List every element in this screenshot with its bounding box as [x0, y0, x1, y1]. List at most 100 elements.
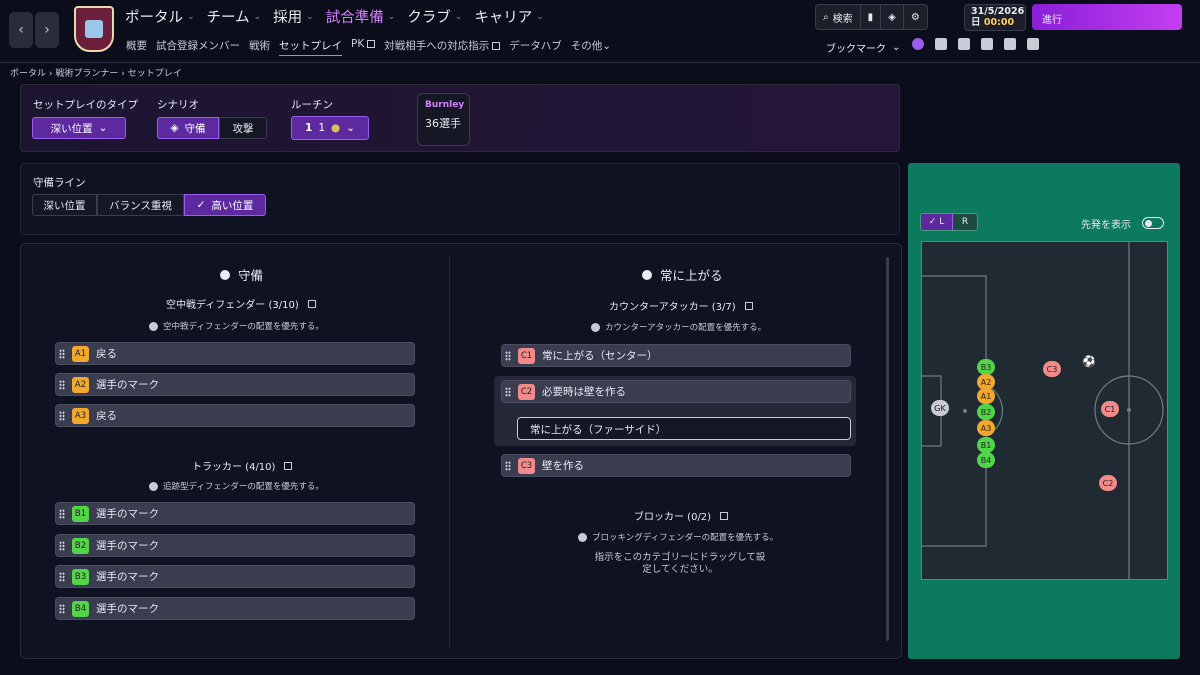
group-aerial-desc: 空中戦ディフェンダーの配置を優先する。 [149, 320, 324, 332]
subnav-tactics[interactable]: 戦術 [249, 38, 270, 56]
instruction-row[interactable]: B3 選手のマーク [55, 565, 415, 588]
info-icon [149, 321, 158, 331]
player-chip[interactable]: B4 [977, 452, 995, 468]
kit-icon[interactable] [958, 38, 970, 50]
nav-match-prep[interactable]: 試合準備 ⌄ [326, 6, 396, 27]
drag-handle-icon[interactable] [59, 508, 65, 519]
group-aerial-title[interactable]: 空中戦ディフェンダー (3/10) [166, 296, 316, 311]
player-badge: B2 [72, 537, 89, 554]
gear-icon[interactable]: ⚙ [904, 5, 927, 29]
search-button[interactable]: ⌕ 検索 [816, 5, 861, 29]
check-icon: ✓ [196, 199, 206, 211]
bookmark-dropdown[interactable]: ブックマーク ⌄ [826, 40, 900, 55]
attacker-chip[interactable]: C3 [1043, 361, 1061, 377]
drag-handle-icon[interactable] [59, 348, 65, 359]
instruction-row[interactable]: A1 戻る [55, 342, 415, 365]
side-left[interactable]: ✓ L [921, 214, 953, 230]
info-icon [220, 269, 230, 280]
scenario-defend[interactable]: ◈ 守備 [157, 117, 219, 139]
show-starters-toggle[interactable] [1142, 217, 1164, 229]
group-tracker-title[interactable]: トラッカー (4/10) [192, 458, 293, 473]
player-chip[interactable]: B2 [977, 404, 995, 420]
chevron-down-icon: ⌄ [98, 122, 108, 134]
date-box[interactable]: 31/5/2026 日 00:00 [964, 4, 1026, 31]
drag-handle-icon[interactable] [59, 540, 65, 551]
breadcrumb-planner[interactable]: 戦術プランナー [55, 69, 118, 79]
option-far-post-button[interactable]: 常に上がる（ファーサイド） [517, 417, 851, 440]
nav-team[interactable]: チーム ⌄ [207, 6, 262, 27]
defend-heading: 守備 [220, 265, 263, 284]
chevron-down-icon: ⌄ [187, 11, 195, 22]
refresh-icon[interactable] [1004, 38, 1016, 50]
club-crest[interactable] [74, 6, 114, 52]
defensive-line-label: 守備ライン [33, 177, 86, 189]
instruction-row[interactable]: B2 選手のマーク [55, 534, 415, 557]
breadcrumb: ポータル › 戦術プランナー › セットプレイ [0, 62, 1200, 80]
defline-high[interactable]: ✓ 高い位置 [184, 194, 266, 216]
shield-icon[interactable]: ◈ [881, 5, 904, 29]
check-icon: ✓ [928, 217, 937, 227]
trophy-icon[interactable] [1027, 38, 1039, 50]
player-chip[interactable]: B3 [977, 359, 995, 375]
scenario-attack[interactable]: 攻撃 [219, 117, 267, 139]
nav-portal[interactable]: ポータル ⌄ [125, 6, 195, 27]
formation-icon[interactable] [981, 38, 993, 50]
setpiece-type-select[interactable]: 深い位置 ⌄ [32, 117, 126, 139]
subnav-set-pieces[interactable]: セットプレイ [279, 38, 342, 56]
attacker-chip[interactable]: C2 [1099, 475, 1117, 491]
back-button[interactable]: ‹ [9, 12, 33, 48]
scenario-label: シナリオ [157, 99, 199, 111]
drag-handle-icon[interactable] [59, 603, 65, 614]
defline-deep[interactable]: 深い位置 [32, 194, 97, 216]
player-badge: A3 [72, 407, 89, 424]
team-card[interactable]: Burnley 36選手 [417, 93, 470, 146]
external-link-icon [367, 40, 376, 48]
nav-career[interactable]: キャリア ⌄ [474, 6, 544, 27]
subnav-data-hub[interactable]: データハブ [509, 38, 562, 56]
drag-handle-icon[interactable] [59, 410, 65, 421]
instruction-row[interactable]: A3 戻る [55, 404, 415, 427]
instruction-row[interactable]: C3 壁を作る [501, 454, 851, 477]
instruction-row-expanded[interactable]: C2 必要時は壁を作る [501, 380, 851, 403]
nav-club[interactable]: クラブ ⌄ [407, 6, 462, 27]
ball-icon[interactable]: ⚽ [1082, 355, 1096, 368]
drag-handle-icon[interactable] [505, 386, 511, 397]
instruction-row[interactable]: A2 選手のマーク [55, 373, 415, 396]
subnav-more[interactable]: その他⌄ [571, 38, 611, 56]
group-blocker-title[interactable]: ブロッカー (0/2) [634, 508, 729, 523]
drag-handle-icon[interactable] [505, 460, 511, 471]
group-counter-title[interactable]: カウンターアタッカー (3/7) [609, 298, 753, 313]
defline-balanced[interactable]: バランス重視 [97, 194, 184, 216]
subnav-pk[interactable]: PK [351, 38, 376, 56]
chevron-down-icon: ⌄ [387, 11, 396, 22]
routine-select[interactable]: 1 1 ● ⌄ [291, 116, 369, 140]
external-link-icon [284, 461, 293, 470]
goalkeeper-chip[interactable]: GK [931, 400, 949, 416]
drag-handle-icon[interactable] [59, 571, 65, 582]
pitch: GK B3 A2 A1 B2 A3 B1 B4 C3 C1 C2 ⚽ [921, 241, 1168, 580]
player-chip[interactable]: A1 [977, 388, 995, 404]
group-tracker-desc: 追跡型ディフェンダーの配置を優先する。 [149, 480, 324, 492]
subnav-squad[interactable]: 試合登録メンバー [156, 38, 240, 56]
proceed-button[interactable]: 進行 [1032, 4, 1182, 30]
nav-recruit[interactable]: 採用 ⌄ [273, 6, 314, 27]
instruction-row[interactable]: C1 常に上がる（センター） [501, 344, 851, 367]
routine-label: ルーチン [291, 99, 333, 111]
instruction-row[interactable]: B1 選手のマーク [55, 502, 415, 525]
subnav-overview[interactable]: 概要 [126, 38, 147, 56]
shirt-icon[interactable] [935, 38, 947, 50]
drag-handle-icon[interactable] [505, 350, 511, 361]
subnav-opposition[interactable]: 対戦相手への対応指示 [384, 38, 501, 56]
attacker-chip[interactable]: C1 [1101, 401, 1119, 417]
forward-button[interactable]: › [35, 12, 59, 48]
player-chip[interactable]: A3 [977, 420, 995, 436]
instruction-row[interactable]: B4 選手のマーク [55, 597, 415, 620]
side-right[interactable]: R [953, 214, 977, 230]
drag-handle-icon[interactable] [59, 379, 65, 390]
stay-forward-heading: 常に上がる [642, 265, 723, 284]
notification-badge-icon[interactable] [912, 38, 924, 50]
bookmark-icon[interactable]: ▮ [861, 5, 882, 29]
breadcrumb-portal[interactable]: ポータル [10, 69, 46, 79]
scrollbar[interactable] [886, 257, 889, 641]
player-chip[interactable]: B1 [977, 437, 995, 453]
